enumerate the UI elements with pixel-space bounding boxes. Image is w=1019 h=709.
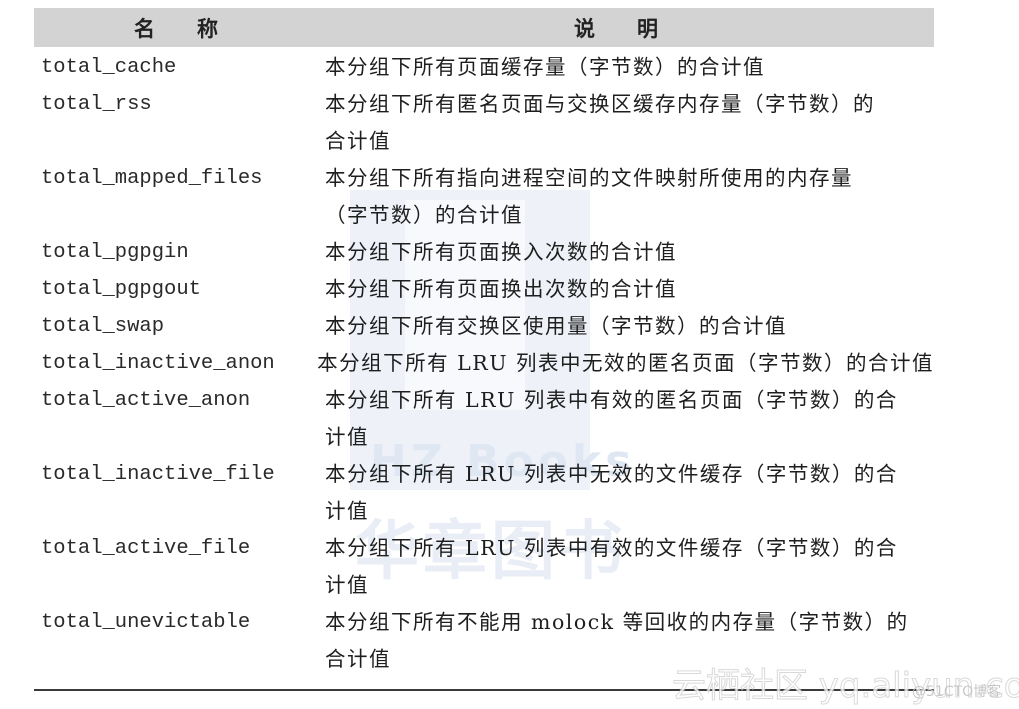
metric-name: total_rss	[41, 93, 152, 116]
metric-name: total_unevictable	[41, 611, 251, 634]
table-header: 名 称 说 明	[34, 8, 934, 47]
metric-name: total_pgpgout	[41, 278, 201, 301]
description-line: 本分组下所有页面换出次数的合计值	[325, 277, 677, 301]
header-name: 名 称	[134, 16, 218, 41]
metric-name: total_active_anon	[41, 389, 251, 412]
description-line: 合计值	[325, 129, 391, 153]
header-description: 说 明	[574, 16, 658, 41]
metric-description: 本分组下所有页面换入次数的合计值	[318, 234, 934, 271]
description-line: 本分组下所有 LRU 列表中无效的匿名页面（字节数）的合计值	[317, 351, 934, 375]
description-line: 本分组下所有页面换入次数的合计值	[325, 240, 677, 264]
description-line: （字节数）的合计值	[325, 203, 523, 227]
description-line: 本分组下所有 LRU 列表中有效的匿名页面（字节数）的合	[325, 388, 898, 412]
metric-description: 本分组下所有匿名页面与交换区缓存内存量（字节数）的 合计值	[318, 86, 934, 160]
metric-description: 本分组下所有指向进程空间的文件映射所使用的内存量 （字节数）的合计值	[318, 160, 934, 234]
metric-name: total_cache	[41, 56, 177, 79]
table-row: total_cache 本分组下所有页面缓存量（字节数）的合计值	[34, 47, 934, 86]
table-row: total_mapped_files 本分组下所有指向进程空间的文件映射所使用的内…	[34, 160, 934, 234]
table-row: total_rss 本分组下所有匿名页面与交换区缓存内存量（字节数）的 合计值	[34, 86, 934, 160]
metric-name: total_inactive_file	[41, 463, 275, 486]
memory-stats-table: 名 称 说 明 total_cache 本分组下所有页面缓存量（字节数）的合计值 t…	[34, 8, 934, 678]
table-body: total_cache 本分组下所有页面缓存量（字节数）的合计值 total_rss…	[34, 47, 934, 678]
blog-watermark: @51CTO博客	[912, 684, 1002, 700]
metric-name: total_pgpgin	[41, 241, 189, 264]
metric-description: 本分组下所有页面缓存量（字节数）的合计值	[318, 47, 934, 86]
table-row: total_pgpgin 本分组下所有页面换入次数的合计值	[34, 234, 934, 271]
description-line: 本分组下所有页面缓存量（字节数）的合计值	[325, 55, 765, 79]
metric-description: 本分组下所有 LRU 列表中无效的文件缓存（字节数）的合 计值	[318, 456, 934, 530]
description-line: 本分组下所有指向进程空间的文件映射所使用的内存量	[325, 166, 853, 190]
description-line: 计值	[325, 499, 369, 523]
metric-name: total_inactive_anon	[41, 352, 275, 375]
description-line: 本分组下所有匿名页面与交换区缓存内存量（字节数）的	[325, 92, 875, 116]
table-row: total_inactive_anon 本分组下所有 LRU 列表中无效的匿名页面…	[34, 345, 934, 382]
metric-description: 本分组下所有 LRU 列表中无效的匿名页面（字节数）的合计值	[310, 345, 934, 382]
description-line: 本分组下所有 LRU 列表中有效的文件缓存（字节数）的合	[325, 536, 898, 560]
table-row: total_inactive_file 本分组下所有 LRU 列表中无效的文件缓存…	[34, 456, 934, 530]
metric-name: total_mapped_files	[41, 167, 263, 190]
metric-description: 本分组下所有交换区使用量（字节数）的合计值	[318, 308, 934, 345]
table-row: total_active_file 本分组下所有 LRU 列表中有效的文件缓存（字…	[34, 530, 934, 604]
table-row: total_swap 本分组下所有交换区使用量（字节数）的合计值	[34, 308, 934, 345]
description-line: 本分组下所有交换区使用量（字节数）的合计值	[325, 314, 787, 338]
description-line: 本分组下所有不能用 molock 等回收的内存量（字节数）的	[325, 610, 909, 634]
metric-description: 本分组下所有 LRU 列表中有效的文件缓存（字节数）的合 计值	[318, 530, 934, 604]
metric-description: 本分组下所有 LRU 列表中有效的匿名页面（字节数）的合 计值	[318, 382, 934, 456]
description-line: 计值	[325, 573, 369, 597]
description-line: 计值	[325, 425, 369, 449]
table-row: total_active_anon 本分组下所有 LRU 列表中有效的匿名页面（字…	[34, 382, 934, 456]
metric-name: total_swap	[41, 315, 165, 338]
description-line: 本分组下所有 LRU 列表中无效的文件缓存（字节数）的合	[325, 462, 898, 486]
metric-name: total_active_file	[41, 537, 251, 560]
metric-description: 本分组下所有页面换出次数的合计值	[318, 271, 934, 308]
table-row: total_pgpgout 本分组下所有页面换出次数的合计值	[34, 271, 934, 308]
